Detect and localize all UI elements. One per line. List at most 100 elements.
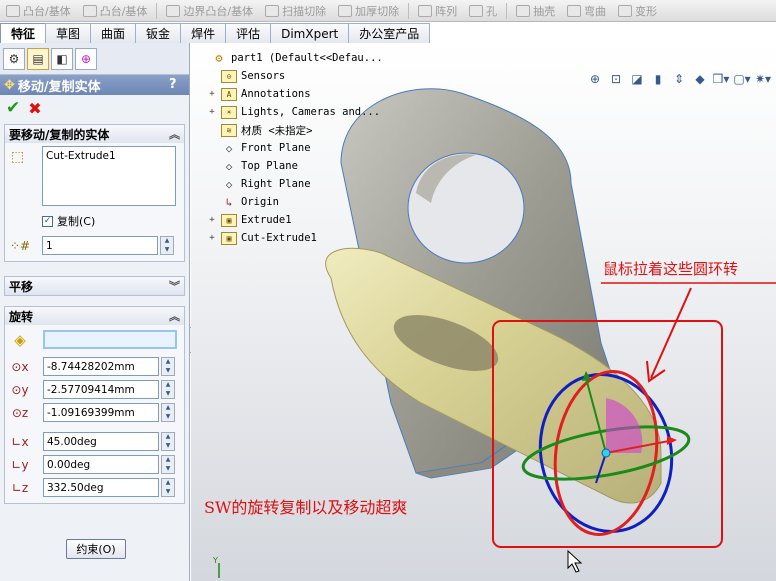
material-icon: ≋ [221,123,237,137]
configuration-manager-tab-icon[interactable]: ◧ [51,47,73,70]
zoom-to-fit-icon[interactable]: ⊕ [586,71,604,87]
bodies-listbox[interactable]: Cut-Extrude1 [42,146,176,206]
copies-count-icon: ⁘# [9,238,31,253]
move-copy-icon: ✥ [4,77,15,93]
panel-tab-strip: ⚙ ▤ ◧ ⊕ [0,43,189,75]
y-angle-spinner[interactable]: ▲ ▼ [161,455,175,474]
display-style-icon[interactable]: ◆ [691,71,709,87]
toolbar-item-label: 边界凸台/基体 [183,4,254,18]
z-angle-icon: ∟z [11,480,29,495]
copy-checkbox-label: 复制(C) [57,215,96,228]
tree-item[interactable]: + ▣ Extrude1 [207,211,383,229]
translate-group-header[interactable]: 平移 ︾ [5,277,184,295]
x-origin-spinner[interactable]: ▲ ▼ [161,357,175,376]
x-angle-input[interactable]: 45.00deg [43,432,159,451]
toolbar-separator [408,2,410,19]
list-item[interactable]: Cut-Extrude1 [46,150,172,162]
tree-item[interactable]: ◇ Right Plane [207,175,383,193]
tree-item[interactable]: + ☀ Lights, Cameras and... [207,103,383,121]
tree-item[interactable]: ↳ Origin [207,193,383,211]
tree-item[interactable]: + ▣ Cut-Extrude1 [207,229,383,247]
tab-4[interactable]: 焊件 [180,23,227,43]
tree-item-label: Front Plane [241,142,311,154]
y-angle-input[interactable]: 0.00deg [43,455,159,474]
z-angle-spinner[interactable]: ▲ ▼ [161,478,175,497]
x-point-icon: ⊙x [11,359,29,374]
z-origin-spinner[interactable]: ▲ ▼ [161,403,175,422]
toolbar-item[interactable]: 边界凸台/基体 [160,0,259,21]
toolbar-item[interactable]: 凸台/基体 [77,0,154,21]
bodies-group-title: 要移动/复制的实体 [9,127,110,142]
collapse-up-icon[interactable]: ︽ [169,126,180,142]
tree-item[interactable]: ◇ Top Plane [207,157,383,175]
expand-plus-icon[interactable]: + [207,89,217,99]
toolbar-item[interactable]: 阵列 [412,0,463,21]
tab-0[interactable]: 特征 [0,23,47,43]
copies-spinner[interactable]: ▲ ▼ [160,236,174,255]
toolbar-item-label: 扫描切除 [282,4,327,18]
tree-item[interactable]: ≋ 材质 <未指定> [207,121,383,139]
toolbar-item[interactable]: 抽壳 [510,0,561,21]
tab-2[interactable]: 曲面 [90,23,137,43]
standard-views-icon[interactable]: ❒▾ [712,71,730,87]
tree-item[interactable]: + A Annotations [207,85,383,103]
constraint-button[interactable]: 约束(O) [66,539,126,559]
expand-plus-icon[interactable]: + [207,215,217,225]
toolbar-item-label: 凸台/基体 [99,4,148,18]
section-view-icon[interactable]: ▮ [649,71,667,87]
bodies-group-header[interactable]: 要移动/复制的实体 ︽ [5,125,184,143]
tree-item[interactable]: ⊙ Sensors [207,67,383,85]
zoom-area-icon[interactable]: ⊡ [607,71,625,87]
dimxpert-manager-tab-icon[interactable]: ⊕ [75,47,97,70]
y-origin-spinner[interactable]: ▲ ▼ [161,380,175,399]
feature-icon: ▣ [221,213,237,227]
x-rotation-origin-row: ⊙x -8.74428202mm ▲ ▼ [5,355,184,378]
z-rotation-origin-input[interactable]: -1.09169399mm [43,403,159,422]
previous-view-icon[interactable]: ◪ [628,71,646,87]
toolbar-item[interactable]: 变形 [612,0,663,21]
view-orientation-icon[interactable]: ⇕ [670,71,688,87]
tab-1[interactable]: 草图 [45,23,92,43]
property-manager: ⚙ ▤ ◧ ⊕ ✥ 移动/复制实体 ? ✔ ✖ 要移动/复制的实体 ︽ ⬚ Cu… [0,43,190,581]
y-rotation-origin-input[interactable]: -2.57709414mm [43,380,159,399]
toolbar-item[interactable]: 扫描切除 [259,0,332,21]
tab-5[interactable]: 评估 [225,23,272,43]
cross-icon[interactable]: ✖ [28,99,41,118]
graphics-viewport[interactable]: Y ⚙ part1 (Default<<Defau... ⊙ Sensors + A A… [191,43,776,581]
view-toolbar: ⊕ ⊡ ◪ ▮ ⇕ ◆ ❒▾ ▢▾ ✷▾ [586,71,772,87]
expand-plus-icon[interactable]: + [207,107,217,117]
ok-cancel-row: ✔ ✖ [0,95,189,121]
check-icon[interactable]: ✔ [6,98,20,118]
y-angle-row: ∟y 0.00deg ▲ ▼ [5,453,184,476]
tab-3[interactable]: 钣金 [135,23,182,43]
tree-root[interactable]: ⚙ part1 (Default<<Defau... [207,49,382,67]
collapse-up-icon[interactable]: ︽ [169,308,180,324]
x-rotation-origin-input[interactable]: -8.74428202mm [43,357,159,376]
expand-down-icon[interactable]: ︾ [169,278,180,294]
z-angle-input[interactable]: 332.50deg [43,478,159,497]
tab-7[interactable]: 办公室产品 [348,23,431,43]
property-manager-tab-icon[interactable]: ▤ [27,47,49,70]
toolbar-item[interactable]: 弯曲 [561,0,612,21]
rotate-group-header[interactable]: 旋转 ︽ [5,307,184,325]
help-button[interactable]: ? [169,77,183,92]
copies-input[interactable]: 1 [42,236,158,255]
x-angle-spinner[interactable]: ▲ ▼ [161,432,175,451]
rotation-reference-field[interactable] [43,330,177,349]
tab-6[interactable]: DimXpert [270,23,350,43]
expand-plus-icon[interactable]: + [207,233,217,243]
feature-manager-tab-icon[interactable]: ⚙ [3,47,25,70]
y-rotation-origin-row: ⊙y -2.57709414mm ▲ ▼ [5,378,184,401]
tree-item-label: Right Plane [241,178,311,190]
toolbar-item-icon [418,4,433,17]
copy-checkbox[interactable]: ✓ [42,215,53,227]
toolbar-item[interactable]: 孔 [463,0,503,21]
hide-show-icon[interactable]: ▢▾ [733,71,751,87]
lights-icon: ☀ [221,105,237,119]
toolbar-item[interactable]: 凸台/基体 [0,0,77,21]
toolbar-item-label: 凸台/基体 [23,4,71,18]
tree-item[interactable]: ◇ Front Plane [207,139,383,157]
copy-checkbox-row[interactable]: ✓ 复制(C) [42,213,95,229]
view-settings-icon[interactable]: ✷▾ [754,71,772,87]
toolbar-item[interactable]: 加厚切除 [332,0,405,21]
